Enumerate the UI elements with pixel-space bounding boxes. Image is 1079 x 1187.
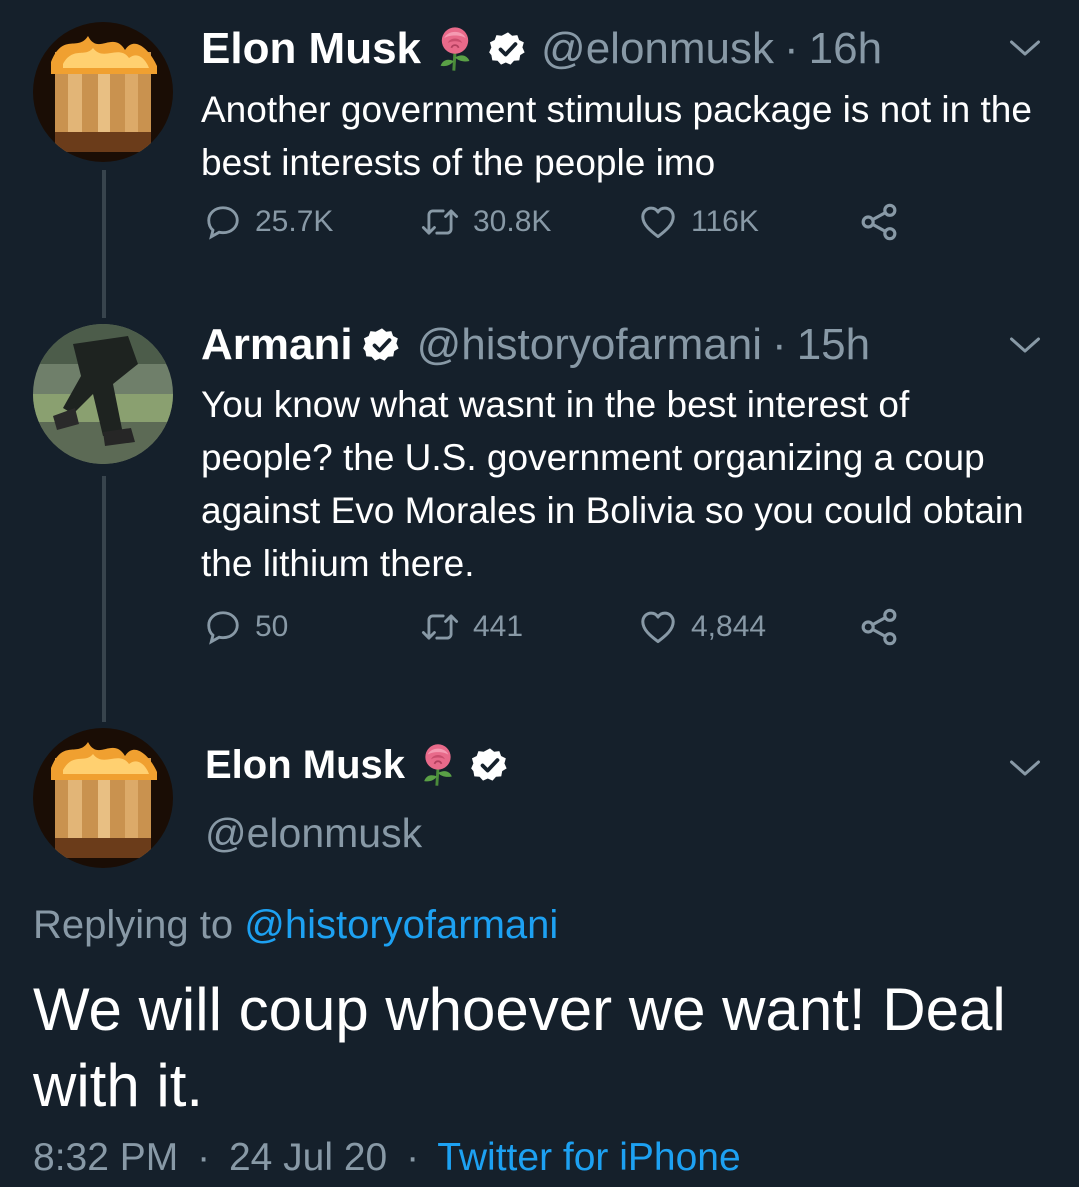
replying-to-link[interactable]: @historyofarmani [244,903,558,947]
reply-count: 50 [255,610,289,643]
separator-dot: · [406,1136,420,1179]
thread-line [102,170,106,318]
separator-dot: · [784,24,799,73]
tweet-header: Elon Musk @elonmusk · 16h [201,24,882,74]
avatar-elonmusk[interactable] [33,728,173,868]
tweet-source-link[interactable]: Twitter for iPhone [437,1136,740,1179]
like-button[interactable]: 116K [639,203,759,241]
separator-dot: · [772,320,787,369]
author-handle[interactable]: @elonmusk [205,810,422,857]
retweet-button[interactable]: 30.8K [421,203,551,241]
reply-icon [205,609,241,645]
chevron-down-icon[interactable] [1007,327,1043,363]
author-name[interactable]: Elon Musk [201,24,421,74]
heart-icon [639,608,677,646]
replying-prefix: Replying to [33,903,245,947]
avatar-historyofarmani[interactable] [33,324,173,464]
like-count: 4,844 [691,610,767,643]
share-button[interactable] [859,607,899,647]
tweet-time[interactable]: 15h [797,320,870,370]
rose-emoji-icon [431,25,479,73]
tweet-date[interactable]: 24 Jul 20 [229,1136,387,1179]
author-handle[interactable]: @historyofarmani [417,320,762,370]
share-icon [859,607,899,647]
verified-badge-icon [363,326,401,364]
focal-author: Elon Musk [205,742,509,788]
retweet-icon [421,203,459,241]
retweet-count: 30.8K [473,205,552,238]
avatar-image [33,324,173,464]
avatar-image [33,728,173,868]
share-button[interactable] [859,202,899,242]
chevron-down-icon[interactable] [1007,30,1043,66]
chevron-down-icon[interactable] [1007,750,1043,786]
replying-to: Replying to @historyofarmani [33,903,558,948]
tweet-text: You know what wasnt in the best interest… [201,384,1024,584]
like-button[interactable]: 4,844 [639,608,766,646]
heart-icon [639,203,677,241]
like-count: 116K [691,205,759,238]
share-icon [859,202,899,242]
verified-badge-icon [471,746,509,784]
tweet-time[interactable]: 16h [809,24,882,74]
reply-icon [205,204,241,240]
author-name[interactable]: Armani [201,320,353,370]
rose-emoji-icon [415,742,461,788]
tweet-timestamp[interactable]: 8:32 PM [33,1136,178,1179]
focal-tweet-text: We will coup whoever we want! Deal with … [33,976,1006,1119]
tweet-text: Another government stimulus package is n… [201,89,1032,183]
avatar-elonmusk[interactable] [33,22,173,162]
tweet-meta: 8:32 PM · 24 Jul 20 · Twitter for iPhone [33,1136,741,1180]
reply-button[interactable]: 50 [205,609,288,645]
reply-button[interactable]: 25.7K [205,204,333,240]
retweet-count: 441 [473,610,524,643]
separator-dot: · [197,1136,211,1179]
verified-badge-icon [489,30,527,68]
avatar-image [33,22,173,162]
retweet-button[interactable]: 441 [421,608,523,646]
retweet-icon [421,608,459,646]
author-name[interactable]: Elon Musk [205,743,405,788]
tweet-header: Armani @historyofarmani · 15h [201,320,870,370]
thread-line [102,476,106,722]
author-handle[interactable]: @elonmusk [541,24,774,74]
reply-count: 25.7K [255,205,334,238]
